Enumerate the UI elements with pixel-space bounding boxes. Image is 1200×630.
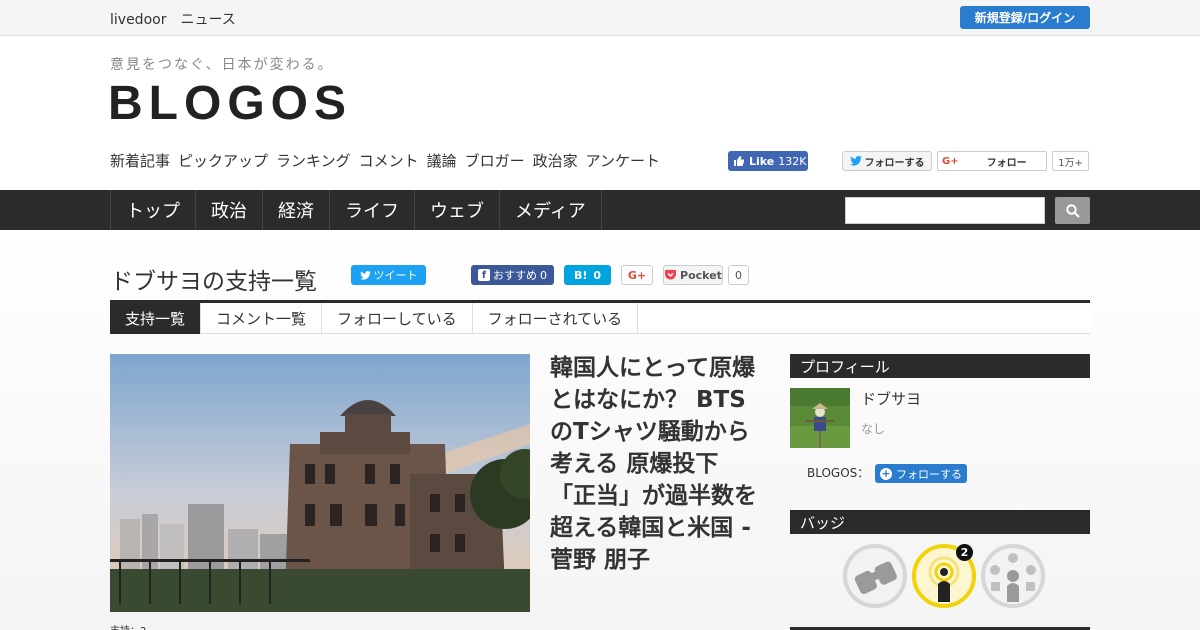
twitter-bird-icon [849, 156, 862, 166]
badges-heading: バッジ [790, 510, 1090, 534]
blogos-follow-label: BLOGOS： [807, 466, 870, 480]
tab-followers[interactable]: フォローされている [473, 303, 639, 334]
user-bio: なし [861, 422, 886, 436]
fb-share-label: おすすめ [493, 269, 537, 282]
main-nav: 新着記事 ピックアップ ランキング コメント 議論 ブロガー 政治家 アンケート [110, 150, 668, 171]
category-web[interactable]: ウェブ [415, 190, 500, 230]
avatar[interactable] [790, 388, 850, 448]
profile-heading: プロフィール [790, 354, 1090, 378]
blogos-logo[interactable]: BLOGOS [108, 76, 352, 131]
category-top[interactable]: トップ [111, 190, 196, 230]
plus-icon: + [880, 466, 892, 480]
twitter-follow-label: フォローする [864, 157, 925, 169]
search-input[interactable] [845, 197, 1045, 224]
hatena-label: B! [573, 268, 588, 282]
support-count: 支持：2 [110, 622, 146, 630]
follow-button[interactable]: + フォローする [875, 464, 967, 483]
nav-item-politicians[interactable]: 政治家 [533, 150, 578, 171]
user-name[interactable]: ドブサヨ [861, 388, 921, 409]
nav-item-new[interactable]: 新着記事 [110, 150, 170, 171]
gplus-follower-count: 1万+ [1052, 151, 1089, 171]
category-life[interactable]: ライフ [330, 190, 415, 230]
tab-supports[interactable]: 支持一覧 [110, 303, 202, 334]
google-plus-icon: G+ [942, 155, 959, 167]
pocket-label: Pocket [680, 268, 722, 282]
tagline: 意見をつなぐ、日本が変わる。 [110, 57, 334, 73]
tab-comments[interactable]: コメント一覧 [201, 303, 323, 334]
badge-count: 2 [956, 544, 973, 561]
category-economy[interactable]: 経済 [263, 190, 330, 230]
nav-item-survey[interactable]: アンケート [586, 150, 660, 171]
fb-like-count: 132K [778, 154, 807, 168]
tweet-label: ツイート [373, 269, 418, 282]
nav-item-comments[interactable]: コメント [359, 150, 419, 171]
gplus-follow-label: フォロー [986, 157, 1027, 169]
binoculars-badge-icon[interactable] [843, 544, 907, 608]
nav-item-ranking[interactable]: ランキング [276, 150, 351, 171]
thumbs-up-icon [734, 156, 744, 166]
search-button[interactable] [1055, 197, 1090, 224]
fb-share-count: 0 [540, 268, 547, 282]
follow-label: フォローする [896, 467, 962, 481]
article-title[interactable]: 韓国人にとって原爆とはなにか？ BTSのTシャツ騒動から考える 原爆投下「正当」… [550, 352, 760, 576]
google-plus-share-button[interactable]: G+ [621, 265, 653, 285]
nav-item-pickup[interactable]: ピックアップ [178, 150, 268, 171]
hatena-bookmark-button[interactable]: B! 0 [564, 265, 611, 285]
category-media[interactable]: メディア [500, 190, 602, 230]
facebook-share-button[interactable]: f おすすめ 0 [471, 265, 554, 285]
google-plus-follow-button[interactable]: G+ フォロー [937, 151, 1047, 171]
pocket-button[interactable]: Pocket [663, 265, 723, 285]
sharer-badge-icon[interactable] [981, 544, 1045, 608]
twitter-bird-icon [359, 270, 371, 280]
fb-like-label: Like [749, 154, 775, 168]
category-politics[interactable]: 政治 [196, 190, 263, 230]
pocket-count: 0 [728, 265, 749, 285]
register-login-button[interactable]: 新規登録/ログイン [960, 6, 1090, 29]
top-bar: livedoor ニュース 新規登録/ログイン [0, 0, 1200, 36]
pocket-icon [665, 270, 677, 280]
tab-following[interactable]: フォローしている [322, 303, 473, 334]
twitter-follow-button[interactable]: フォローする [842, 151, 932, 171]
nav-item-debate[interactable]: 議論 [427, 150, 457, 171]
article-thumbnail[interactable] [110, 354, 530, 612]
facebook-icon: f [478, 269, 490, 281]
search-icon [1065, 203, 1080, 218]
profile-tabs: 支持一覧 コメント一覧 フォローしている フォローされている [110, 300, 1090, 334]
facebook-like-button[interactable]: Like 132K [728, 151, 808, 171]
nav-item-bloggers[interactable]: ブロガー [465, 150, 525, 171]
tweet-button[interactable]: ツイート [351, 265, 426, 285]
hatena-count: 0 [593, 268, 602, 282]
livedoor-news-link[interactable]: livedoor ニュース [110, 9, 236, 29]
page-title: ドブサヨの支持一覧 [110, 269, 317, 295]
